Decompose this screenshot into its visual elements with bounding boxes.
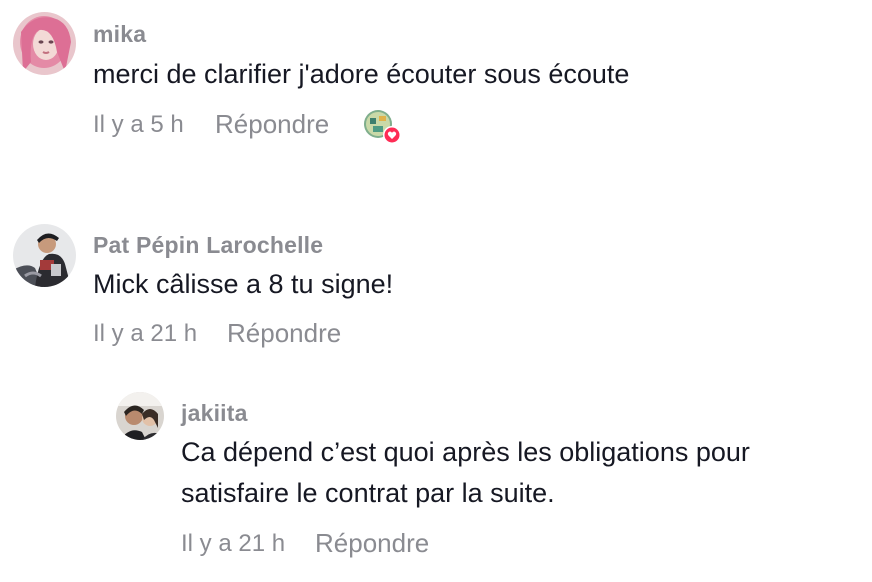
avatar[interactable] <box>13 12 76 75</box>
comment-timestamp: Il y a 5 h <box>93 111 184 138</box>
avatar[interactable] <box>13 224 76 287</box>
comment-text: Mick câlisse a 8 tu signe! <box>93 269 394 299</box>
reply-button[interactable]: Répondre <box>315 528 429 559</box>
comment-username[interactable]: Pat Pépin Larochelle <box>93 232 323 259</box>
comments-list: mika merci de clarifier j'adore écouter … <box>0 0 872 582</box>
reply-button[interactable]: Répondre <box>227 318 341 349</box>
reply-button[interactable]: Répondre <box>215 109 329 140</box>
reply-item: jakiita Ca dépend c’est quoi après les o… <box>0 380 872 580</box>
heart-badge-icon <box>364 110 401 144</box>
comment-text: merci de clarifier j'adore écouter sous … <box>93 59 630 89</box>
reply-username[interactable]: jakiita <box>181 400 248 427</box>
creator-liked-badge <box>364 110 401 144</box>
comment-timestamp: Il y a 21 h <box>93 320 198 347</box>
avatar[interactable] <box>116 392 164 440</box>
comment-item: Pat Pépin Larochelle Mick câlisse a 8 tu… <box>0 212 872 362</box>
comment-username[interactable]: mika <box>93 21 146 48</box>
reply-text-line: satisfaire le contrat par la suite. <box>181 478 555 508</box>
reply-timestamp: Il y a 21 h <box>181 530 286 557</box>
reply-text-line: Ca dépend c’est quoi après les obligatio… <box>181 437 750 467</box>
comment-item: mika merci de clarifier j'adore écouter … <box>0 0 872 160</box>
